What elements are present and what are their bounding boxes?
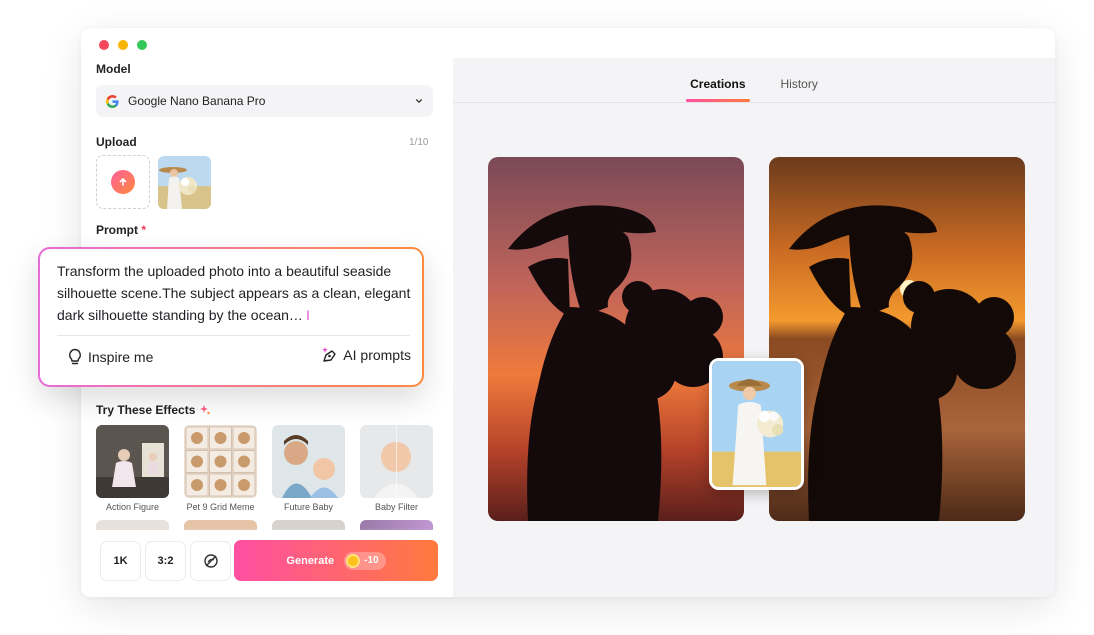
- model-label: Model: [96, 62, 131, 76]
- generated-silhouette-image[interactable]: [769, 157, 1025, 521]
- model-selected-value: Google Nano Banana Pro: [128, 94, 266, 108]
- chevron-down-icon: [415, 99, 423, 104]
- upload-count: 1/10: [409, 137, 429, 148]
- resolution-button[interactable]: 1K: [100, 541, 141, 581]
- text-cursor: I: [305, 307, 310, 323]
- effect-label: Future Baby: [283, 502, 334, 512]
- generate-label: Generate: [286, 554, 335, 567]
- upload-dropzone[interactable]: [96, 155, 150, 209]
- effect-thumbnail: [272, 425, 345, 498]
- minimize-window-button[interactable]: [118, 40, 128, 50]
- upload-icon: [111, 170, 135, 194]
- effect-label: Pet 9 Grid Meme: [186, 502, 255, 512]
- maximize-window-button[interactable]: [137, 40, 147, 50]
- aspect-ratio-button[interactable]: 3:2: [145, 541, 186, 581]
- effect-thumbnail: [360, 425, 433, 498]
- effect-action-figure[interactable]: Action Figure: [96, 425, 169, 512]
- tab-creations[interactable]: Creations: [686, 58, 750, 102]
- generate-button[interactable]: Generate -10: [234, 540, 438, 581]
- credit-cost-badge: -10: [344, 551, 386, 570]
- lightbulb-icon: [69, 348, 81, 365]
- prompt-input[interactable]: Transform the uploaded photo into a beau…: [57, 260, 417, 326]
- effects-grid: Action Figure Pet 9 Grid Meme Future Bab…: [96, 425, 436, 512]
- effect-baby-filter[interactable]: Baby Filter: [360, 425, 433, 512]
- preview-tabs: Creations History: [453, 58, 1055, 103]
- ai-pen-sparkle-icon: [322, 347, 336, 362]
- no-style-icon: [203, 554, 218, 568]
- effects-title: Try These Effects: [96, 403, 211, 417]
- effect-thumbnail: [96, 425, 169, 498]
- inspire-me-button[interactable]: Inspire me: [67, 348, 153, 366]
- prompt-divider: [57, 335, 410, 336]
- google-icon: [106, 94, 119, 108]
- required-asterisk: *: [141, 223, 147, 237]
- sparkle-icon: [200, 405, 211, 415]
- uploaded-image-thumbnail[interactable]: [158, 156, 211, 209]
- ai-prompts-button[interactable]: AI prompts: [321, 346, 411, 364]
- effect-label: Baby Filter: [374, 502, 418, 512]
- window-controls: [99, 40, 147, 50]
- effect-label: Action Figure: [105, 502, 160, 512]
- model-dropdown[interactable]: Google Nano Banana Pro: [96, 85, 433, 117]
- upload-label: Upload: [96, 135, 137, 149]
- prompt-label: Prompt *: [96, 223, 147, 237]
- coin-icon: [346, 553, 361, 568]
- original-silhouette-image[interactable]: [488, 157, 744, 521]
- style-button[interactable]: [190, 541, 231, 581]
- tab-history[interactable]: History: [781, 58, 818, 102]
- effect-future-baby[interactable]: Future Baby: [272, 425, 345, 512]
- prompt-editor[interactable]: Transform the uploaded photo into a beau…: [38, 247, 424, 387]
- close-window-button[interactable]: [99, 40, 109, 50]
- effect-thumbnail: [184, 425, 257, 498]
- effect-pet-9-grid-meme[interactable]: Pet 9 Grid Meme: [184, 425, 257, 512]
- reference-photo-thumbnail[interactable]: [709, 358, 804, 490]
